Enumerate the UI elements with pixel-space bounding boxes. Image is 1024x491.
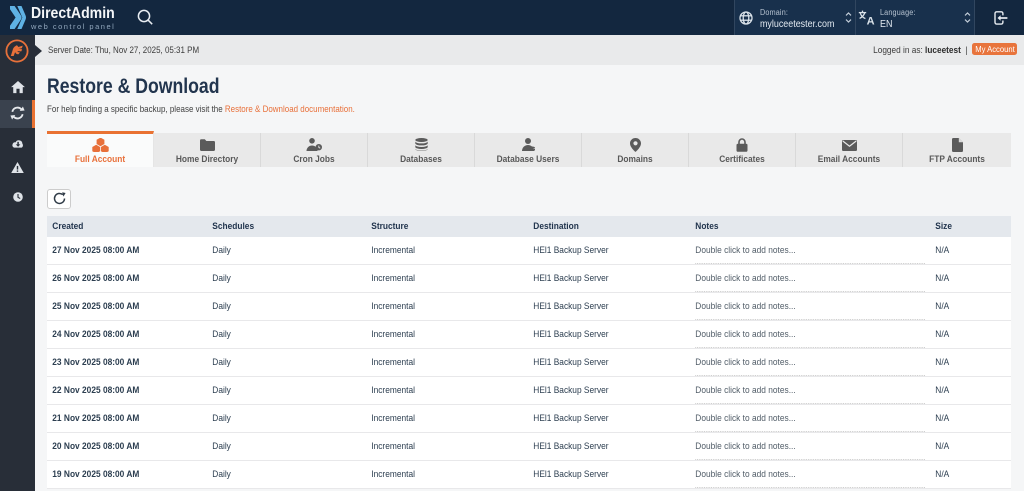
svg-text:A: A <box>867 16 875 26</box>
